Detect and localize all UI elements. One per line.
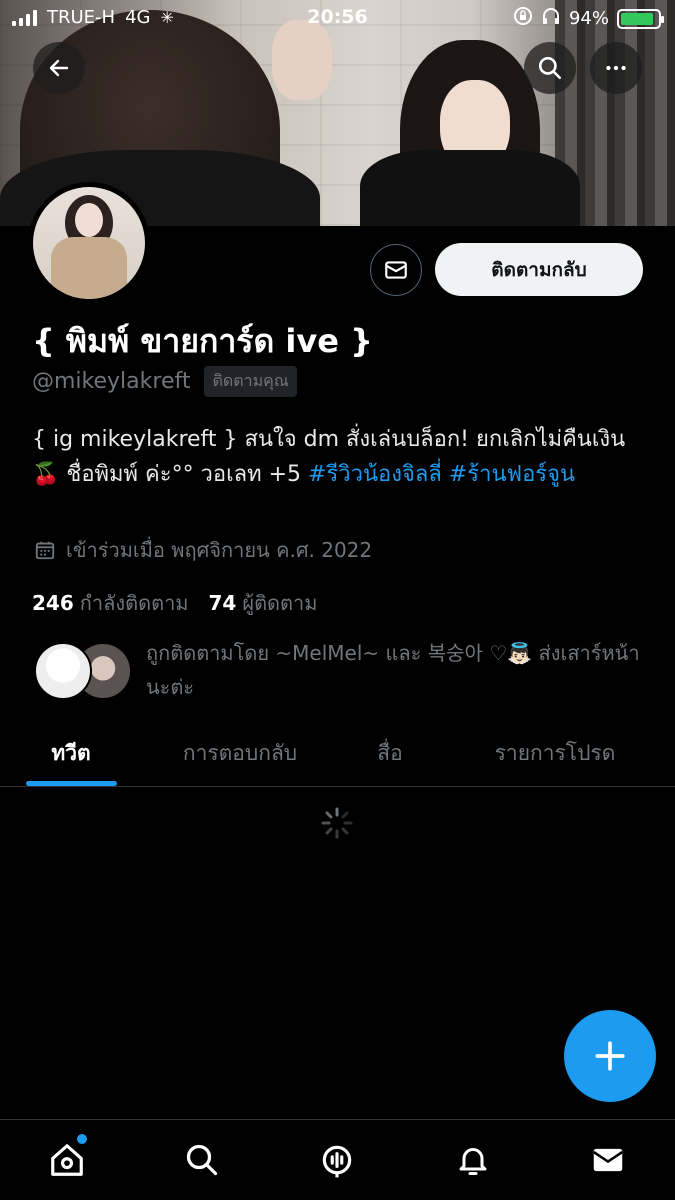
nav-notifications[interactable]: [451, 1138, 495, 1182]
search-icon: [186, 1144, 218, 1176]
nav-messages[interactable]: [586, 1138, 630, 1182]
joined-text: เข้าร่วมเมื่อ พฤศจิกายน ค.ศ. 2022: [66, 538, 373, 562]
nav-home[interactable]: [45, 1134, 89, 1182]
display-name: { พิมพ์ ขายการ์ด ive }: [32, 322, 373, 360]
spaces-icon: [322, 1145, 352, 1178]
calendar-icon: [35, 541, 55, 560]
envelope-icon: [593, 1148, 623, 1172]
followed-by-text: ถูกติดตามโดย ~MelMel~ และ 복숭아 ♡👼🏻 ส่งเสา…: [146, 641, 640, 699]
bio: { ig mikeylakreft } สนใจ dm สั่งเล่นบล็อ…: [32, 422, 652, 492]
unread-dot: [77, 1134, 87, 1144]
tab-media[interactable]: สื่อ: [335, 720, 445, 786]
back-button[interactable]: [33, 42, 85, 94]
followers-link[interactable]: 74 ผู้ติดตาม: [209, 587, 318, 619]
nav-spaces[interactable]: [315, 1138, 359, 1182]
tab-likes[interactable]: รายการโปรด: [460, 720, 650, 786]
message-button[interactable]: [370, 244, 422, 296]
compose-tweet-button[interactable]: [564, 1010, 656, 1102]
hashtag-link[interactable]: #ร้านฟอร์จูน: [449, 462, 575, 487]
loading-spinner-icon: [321, 807, 353, 839]
profile-tabs: ทวีต การตอบกลับ สื่อ รายการโปรด: [0, 720, 675, 787]
envelope-icon: [385, 261, 407, 279]
home-icon: [51, 1144, 83, 1176]
tab-tweets[interactable]: ทวีต: [0, 720, 142, 786]
follow-stats: 246 กำลังติดตาม 74 ผู้ติดตาม: [32, 587, 317, 619]
bottom-nav: [0, 1119, 675, 1200]
search-button[interactable]: [524, 42, 576, 94]
joined-date: เข้าร่วมเมื่อ พฤศจิกายน ค.ศ. 2022: [34, 534, 372, 566]
active-tab-indicator: [26, 781, 117, 786]
handle: @mikeylakreft: [32, 369, 191, 394]
avatar[interactable]: [28, 182, 150, 304]
tab-replies[interactable]: การตอบกลับ: [155, 720, 325, 786]
handle-row: @mikeylakreft ติดตามคุณ: [32, 366, 297, 397]
more-options-button[interactable]: [590, 42, 642, 94]
search-icon: [538, 56, 562, 80]
hashtag-link[interactable]: #รีวิวน้องจิลลี่: [308, 462, 442, 487]
nav-search[interactable]: [180, 1138, 224, 1182]
more-icon: [606, 65, 626, 71]
rotation-lock-icon: [513, 6, 533, 31]
followed-by[interactable]: ถูกติดตามโดย ~MelMel~ และ 복숭아 ♡👼🏻 ส่งเสา…: [34, 636, 644, 706]
follow-back-button[interactable]: ติดตามกลับ: [435, 243, 643, 296]
arrow-left-icon: [49, 59, 69, 77]
followers-count: 74: [208, 591, 237, 615]
following-link[interactable]: 246 กำลังติดตาม: [32, 587, 189, 619]
follower-avatar: [34, 642, 92, 700]
status-bar: TRUE-H 4G ✳ 20:56 94%: [0, 0, 675, 36]
profile-page: TRUE-H 4G ✳ 20:56 94% ติดตามกลับ {พิมพ์…: [0, 0, 675, 1200]
battery-icon: [617, 8, 664, 29]
battery-percent: 94%: [568, 8, 609, 29]
headphones-icon: [541, 6, 561, 31]
plus-icon: [595, 1041, 625, 1071]
following-count: 246: [32, 591, 74, 615]
followers-label: ผู้ติดตาม: [242, 591, 318, 615]
follows-you-badge: ติดตามคุณ: [204, 366, 297, 397]
following-label: กำลังติดตาม: [79, 591, 189, 615]
bell-icon: [459, 1148, 487, 1175]
